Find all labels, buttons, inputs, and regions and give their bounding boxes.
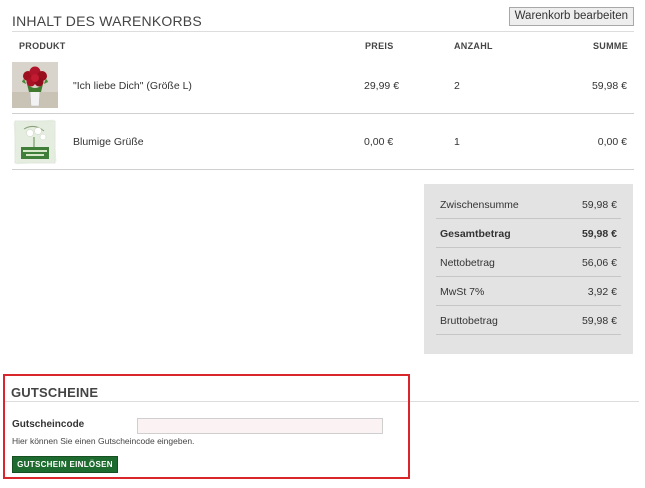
product-name[interactable]: "Ich liebe Dich" (Größe L) (73, 80, 192, 92)
cart-title: INHALT DES WARENKORBS (12, 13, 202, 29)
product-total: 0,00 € (597, 136, 627, 148)
redeem-voucher-button[interactable]: GUTSCHEIN EINLÖSEN (12, 456, 118, 473)
summary-label: Zwischensumme (440, 199, 519, 211)
edit-cart-button[interactable]: Warenkorb bearbeiten (508, 7, 634, 26)
voucher-code-input[interactable] (137, 418, 383, 434)
product-quantity: 1 (454, 136, 460, 148)
voucher-code-label: Gutscheincode (12, 419, 85, 430)
summary-label: Bruttobetrag (440, 315, 498, 327)
column-header-quantity: ANZAHL (454, 41, 493, 51)
summary-label: MwSt 7% (440, 286, 485, 298)
summary-row-vat: MwSt 7% 3,92 € (436, 277, 621, 306)
summary-row-grand-total: Gesamtbetrag 59,98 € (436, 219, 621, 248)
summary-label: Nettobetrag (440, 257, 495, 269)
summary-value: 59,98 € (581, 199, 617, 211)
table-row: "Ich liebe Dich" (Größe L) 29,99 € 2 59,… (12, 57, 634, 114)
greeting-card-image[interactable] (12, 119, 58, 165)
column-header-product: PRODUKT (19, 41, 66, 51)
product-price: 29,99 € (364, 80, 400, 92)
rose-bouquet-image[interactable] (12, 62, 58, 108)
summary-row-net: Nettobetrag 56,06 € (436, 248, 621, 277)
summary-row-subtotal: Zwischensumme 59,98 € (436, 190, 621, 219)
product-quantity: 2 (454, 80, 460, 92)
product-price: 0,00 € (364, 136, 394, 148)
summary-value: 3,92 € (587, 286, 617, 298)
product-name[interactable]: Blumige Grüße (73, 136, 144, 148)
table-row: Blumige Grüße 0,00 € 1 0,00 € (12, 114, 634, 170)
cart-header: INHALT DES WARENKORBS Warenkorb bearbeit… (12, 6, 634, 32)
column-header-price: PREIS (365, 41, 394, 51)
summary-row-gross: Bruttobetrag 59,98 € (436, 306, 621, 335)
voucher-title: GUTSCHEINE (11, 385, 99, 400)
summary-value: 59,98 € (581, 315, 617, 327)
voucher-hint: Hier können Sie einen Gutscheincode eing… (12, 436, 195, 446)
product-total: 59,98 € (591, 80, 627, 92)
summary-value: 59,98 € (581, 228, 617, 240)
column-header-total: SUMME (593, 41, 628, 51)
summary-label: Gesamtbetrag (440, 228, 511, 240)
order-summary: Zwischensumme 59,98 € Gesamtbetrag 59,98… (424, 184, 633, 354)
summary-value: 56,06 € (581, 257, 617, 269)
